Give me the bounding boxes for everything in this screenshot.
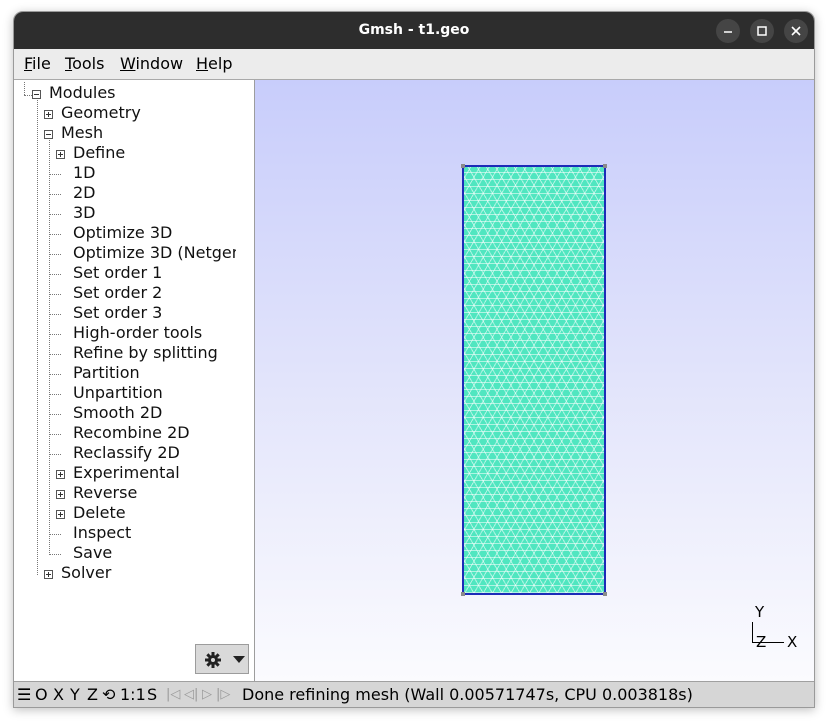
modules-collapse-toggle[interactable]	[32, 90, 41, 99]
tree-item-optimize-3d[interactable]: Optimize 3D	[73, 223, 236, 243]
menu-tools[interactable]: Tools	[65, 54, 104, 73]
hamburger-menu-icon[interactable]: ☰	[17, 685, 31, 704]
tree-item-define[interactable]: Define	[73, 143, 236, 163]
select-button[interactable]: S	[147, 685, 157, 704]
tree-connector-line	[49, 234, 61, 235]
mesh-surface	[462, 165, 606, 595]
tree-connector-line	[49, 414, 61, 415]
play-icon[interactable]: ▷	[202, 687, 212, 702]
tree-connector-line	[49, 194, 61, 195]
delete-expand-toggle[interactable]	[56, 510, 65, 519]
window-title: Gmsh - t1.geo	[358, 22, 470, 38]
tree-item-reverse[interactable]: Reverse	[73, 483, 236, 503]
tree-connector-line	[24, 95, 32, 96]
experimental-expand-toggle[interactable]	[56, 470, 65, 479]
tree-connector-line	[49, 374, 61, 375]
title-bar: Gmsh - t1.geo	[14, 12, 814, 49]
tree-item-solver[interactable]: Solver	[61, 563, 251, 583]
status-bar: ☰ O X Y Z ⟲ 1:1 S |◁ ◁| ▷ |▷ Done refini…	[14, 681, 814, 707]
triangle-down-icon	[233, 656, 245, 663]
view-y-button[interactable]: Y	[70, 685, 80, 704]
tree-item-smooth-2d[interactable]: Smooth 2D	[73, 403, 236, 423]
menu-file[interactable]: File	[24, 54, 51, 73]
tree-connector-line	[49, 394, 61, 395]
tree-connector-line	[49, 454, 61, 455]
tree-item-mesh[interactable]: Mesh	[61, 123, 251, 143]
tree-item-set-order-1[interactable]: Set order 1	[73, 263, 236, 283]
prev-step-icon[interactable]: ◁|	[184, 687, 198, 702]
tree-connector-line	[49, 294, 61, 295]
menu-window[interactable]: Window	[120, 54, 183, 73]
options-menu-button[interactable]	[195, 644, 249, 674]
rotate-icon[interactable]: ⟲	[102, 685, 115, 704]
axis-label-x: X	[787, 633, 798, 651]
mesh-corner-point	[461, 164, 465, 168]
mesh-corner-point	[603, 164, 607, 168]
minimize-button[interactable]	[716, 19, 740, 43]
tree-connector-line	[49, 354, 61, 355]
tree-connector-line	[49, 334, 61, 335]
tree-connector-line	[49, 314, 61, 315]
geometry-expand-toggle[interactable]	[44, 110, 53, 119]
tree-connector-line	[49, 174, 61, 175]
solver-expand-toggle[interactable]	[44, 570, 53, 579]
mesh-corner-point	[603, 592, 607, 596]
tree-item-partition[interactable]: Partition	[73, 363, 236, 383]
status-message: Done refining mesh (Wall 0.00571747s, CP…	[242, 685, 693, 704]
tree-connector-line	[49, 214, 61, 215]
tree-connector-line	[49, 274, 61, 275]
first-step-icon[interactable]: |◁	[166, 687, 180, 702]
tree-item-delete[interactable]: Delete	[73, 503, 236, 523]
view-z-button[interactable]: Z	[87, 685, 98, 704]
close-icon	[791, 26, 801, 36]
define-expand-toggle[interactable]	[56, 150, 65, 159]
tree-item-geometry[interactable]: Geometry	[61, 103, 251, 123]
tree-item-high-order-tools[interactable]: High-order tools	[73, 323, 236, 343]
axis-label-y: Y	[755, 603, 765, 621]
tree-connector-line	[49, 434, 61, 435]
tree-item-set-order-2[interactable]: Set order 2	[73, 283, 236, 303]
tree-item-save[interactable]: Save	[73, 543, 236, 563]
tree-connector-line	[49, 534, 61, 535]
reverse-expand-toggle[interactable]	[56, 490, 65, 499]
tree-connector-line	[37, 100, 38, 575]
axis-line-y	[752, 622, 753, 643]
view-origin-button[interactable]: O	[35, 685, 48, 704]
tree-item-inspect[interactable]: Inspect	[73, 523, 236, 543]
tree-item-optimize-3d-netgen[interactable]: Optimize 3D (Netgen)	[73, 243, 236, 263]
tree-item-2d[interactable]: 2D	[73, 183, 236, 203]
tree-connector-line	[49, 554, 61, 555]
gear-icon	[205, 652, 221, 668]
graphics-viewport[interactable]: Y Z X	[255, 80, 814, 681]
last-step-icon[interactable]: |▷	[216, 687, 230, 702]
tree-item-refine-by-splitting[interactable]: Refine by splitting	[73, 343, 236, 363]
menu-bar: File Tools Window Help	[14, 49, 814, 80]
axis-line-x	[752, 642, 784, 643]
tree-item-recombine-2d[interactable]: Recombine 2D	[73, 423, 236, 443]
tree-item-modules[interactable]: Modules	[49, 83, 249, 103]
minimize-icon	[724, 31, 732, 33]
tree-item-reclassify-2d[interactable]: Reclassify 2D	[73, 443, 236, 463]
tree-item-set-order-3[interactable]: Set order 3	[73, 303, 236, 323]
mesh-collapse-toggle[interactable]	[44, 130, 53, 139]
gmsh-window: Gmsh - t1.geo File Tools Window Help Mod…	[13, 11, 815, 708]
module-tree: Modules Geometry Mesh Define 1D 2D 3D Optimi…	[14, 80, 255, 681]
scale-button[interactable]: 1:1	[120, 685, 146, 704]
tree-item-1d[interactable]: 1D	[73, 163, 236, 183]
mesh-corner-point	[461, 592, 465, 596]
axes-indicator: Y Z X	[750, 600, 810, 651]
tree-item-unpartition[interactable]: Unpartition	[73, 383, 236, 403]
tree-connector-line	[49, 140, 50, 553]
maximize-button[interactable]	[750, 19, 774, 43]
tree-item-experimental[interactable]: Experimental	[73, 463, 236, 483]
view-x-button[interactable]: X	[53, 685, 64, 704]
menu-help[interactable]: Help	[196, 54, 232, 73]
tree-item-3d[interactable]: 3D	[73, 203, 236, 223]
close-button[interactable]	[784, 19, 808, 43]
maximize-icon	[757, 26, 767, 36]
tree-connector-line	[49, 254, 61, 255]
tree-connector-line	[24, 82, 25, 95]
